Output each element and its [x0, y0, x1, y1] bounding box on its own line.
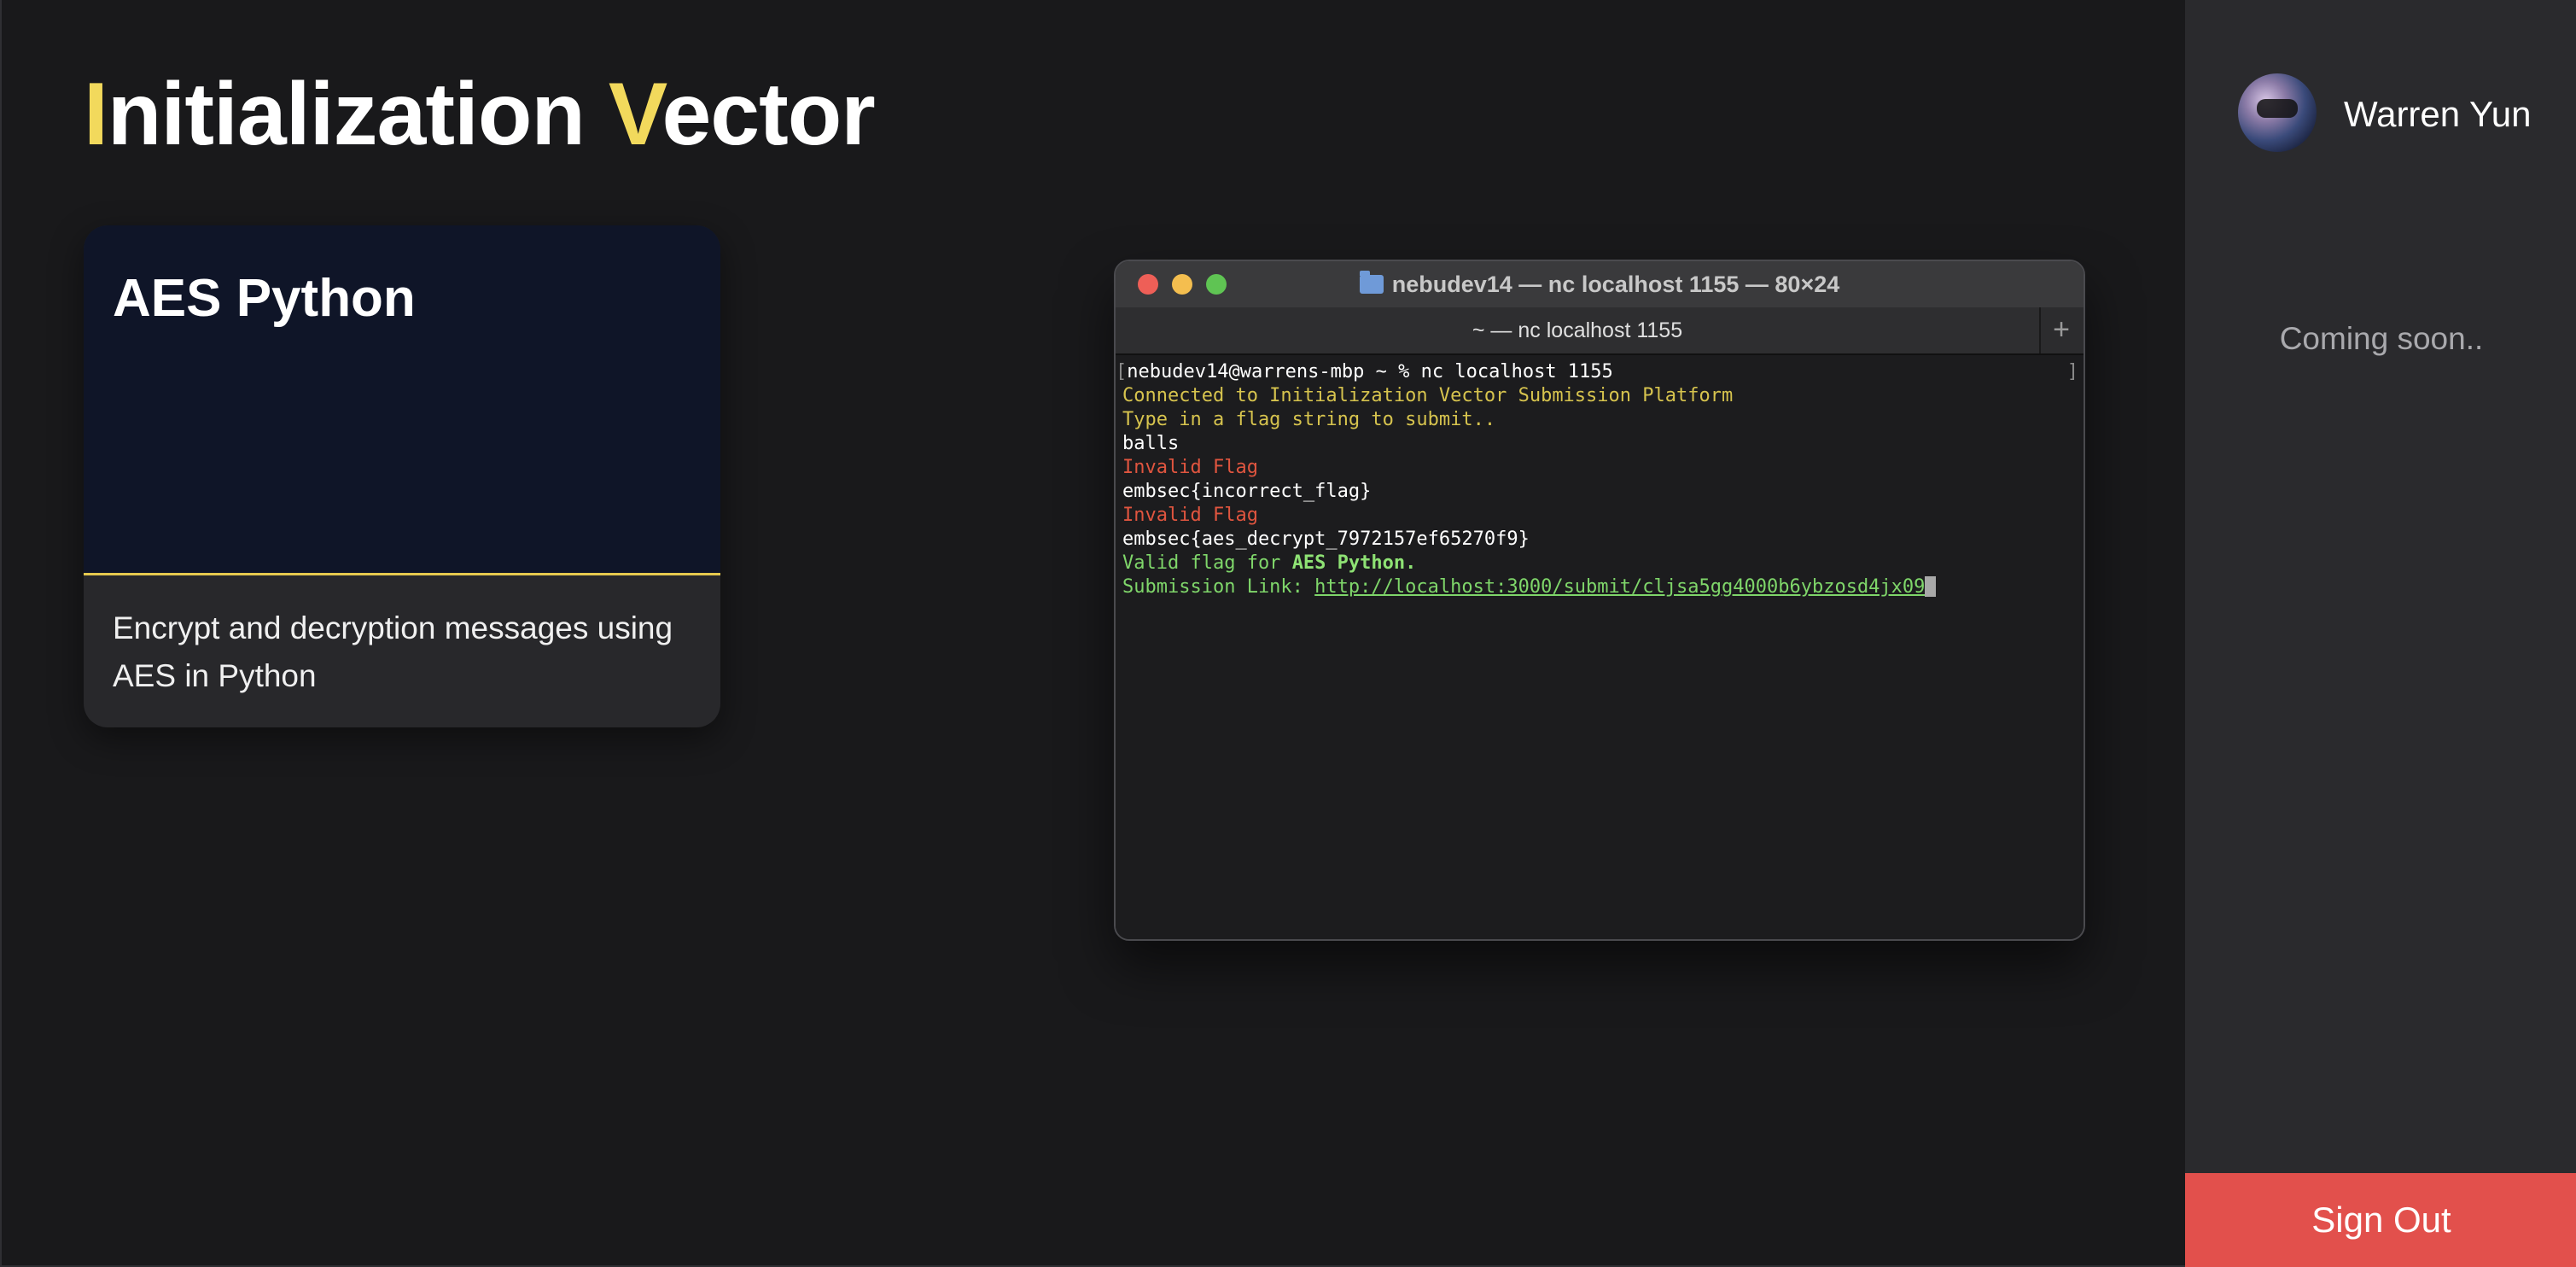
terminal-tab-bar: ~ — nc localhost 1155 +: [1116, 307, 2084, 355]
new-tab-plus-icon[interactable]: +: [2039, 307, 2084, 353]
terminal-line-valid: Valid flag for AES Python.: [1122, 552, 2077, 575]
user-avatar[interactable]: [2238, 73, 2317, 152]
terminal-open-bracket: [: [1116, 361, 1128, 382]
sign-out-button[interactable]: Sign Out: [2185, 1173, 2576, 1267]
submission-link[interactable]: http://localhost:3000/submit/cljsa5gg400…: [1314, 576, 1925, 598]
valid-prefix: Valid flag for: [1122, 552, 1292, 574]
title-accent-v: V: [608, 65, 663, 164]
challenge-card-header: AES Python: [84, 225, 720, 575]
terminal-window[interactable]: nebudev14 — nc localhost 1155 — 80×24 ~ …: [1114, 260, 2085, 941]
terminal-line-error: Invalid Flag: [1122, 505, 1258, 526]
terminal-line-input: embsec{aes_decrypt_7972157ef65270f9}: [1122, 528, 1530, 550]
terminal-line-submission: Submission Link: http://localhost:3000/s…: [1122, 575, 2077, 599]
terminal-line-connected: Connected to Initialization Vector Submi…: [1122, 385, 1734, 406]
coming-soon-text: Coming soon..: [2279, 321, 2484, 356]
challenge-card-description: Encrypt and decryption messages using AE…: [113, 610, 673, 693]
terminal-close-bracket: ]: [2066, 361, 2078, 382]
terminal-title-text: nebudev14 — nc localhost 1155 — 80×24: [1391, 272, 1840, 297]
valid-challenge-name: AES Python.: [1291, 552, 1417, 574]
user-sidebar: Warren Yun Coming soon.. Sign Out: [2185, 0, 2576, 1267]
terminal-line-command: [nebudev14@warrens-mbp ~ % nc localhost …: [1116, 360, 2077, 384]
terminal-command-text: nebudev14@warrens-mbp ~ % nc localhost 1…: [1127, 361, 1613, 382]
submission-prefix: Submission Link:: [1122, 576, 1315, 598]
title-part-1: nitialization: [107, 65, 609, 164]
title-accent-i: I: [84, 65, 108, 164]
folder-icon: [1359, 271, 1384, 294]
terminal-line-input: embsec{incorrect_flag}: [1122, 481, 1372, 502]
title-part-2: ector: [661, 65, 875, 164]
terminal-tab[interactable]: ~ — nc localhost 1155: [1116, 307, 2041, 353]
terminal-line-instruction: Type in a flag string to submit..: [1122, 409, 1496, 430]
page: Initialization Vector AES Python Encrypt…: [0, 0, 2576, 1267]
challenge-card-title: AES Python: [113, 269, 416, 328]
page-title: Initialization Vector: [84, 70, 876, 159]
challenge-card[interactable]: AES Python Encrypt and decryption messag…: [84, 225, 720, 727]
terminal-output[interactable]: ] [nebudev14@warrens-mbp ~ % nc localhos…: [1116, 355, 2084, 939]
user-name: Warren Yun: [2344, 94, 2532, 134]
terminal-line-error: Invalid Flag: [1122, 457, 1258, 478]
terminal-titlebar[interactable]: nebudev14 — nc localhost 1155 — 80×24: [1116, 261, 2084, 307]
terminal-cursor: [1925, 576, 1937, 597]
terminal-line-input: balls: [1122, 433, 1180, 454]
terminal-title: nebudev14 — nc localhost 1155 — 80×24: [1116, 271, 2084, 298]
